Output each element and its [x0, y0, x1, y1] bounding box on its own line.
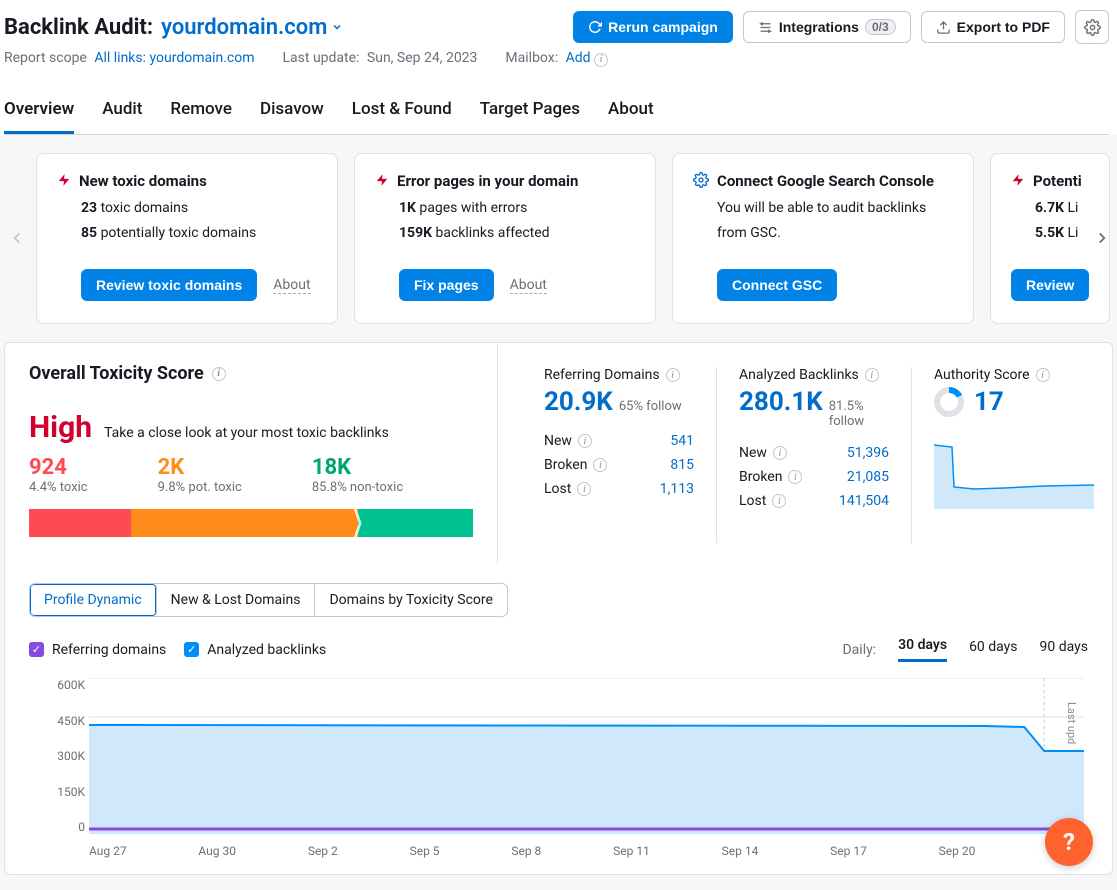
info-icon[interactable]: i: [772, 494, 786, 508]
tab-disavow[interactable]: Disavow: [260, 89, 324, 134]
review-button[interactable]: Review: [1011, 269, 1089, 301]
integrations-button[interactable]: Integrations 0/3: [743, 11, 911, 43]
authority-value: 17: [974, 387, 1004, 417]
integrations-icon: [758, 20, 773, 35]
mailbox-add-link[interactable]: Add: [566, 50, 591, 66]
carousel-next[interactable]: [1093, 229, 1111, 247]
info-icon[interactable]: i: [212, 367, 226, 381]
profile-dynamic-chart: 600K 450K 300K 150K 0: [29, 678, 1088, 858]
export-pdf-button[interactable]: Export to PDF: [921, 11, 1065, 43]
last-update: Last update: Sun, Sep 24, 2023: [283, 50, 478, 66]
info-icon[interactable]: i: [865, 368, 879, 382]
info-icon[interactable]: i: [788, 470, 802, 484]
authority-sparkline: [934, 439, 1094, 509]
export-icon: [936, 20, 951, 35]
info-icon[interactable]: i: [593, 458, 607, 472]
review-toxic-button[interactable]: Review toxic domains: [81, 269, 257, 301]
report-scope: Report scope All links: yourdomain.com: [4, 50, 255, 66]
refresh-icon: [588, 20, 602, 34]
tab-target-pages[interactable]: Target Pages: [480, 89, 580, 134]
bl-new-link[interactable]: 51,396: [847, 445, 889, 461]
card-gsc: Connect Google Search Console You will b…: [672, 153, 974, 325]
carousel-prev[interactable]: [8, 229, 26, 247]
ref-lost-link[interactable]: 1,113: [660, 481, 694, 497]
bl-broken-link[interactable]: 21,085: [847, 469, 889, 485]
tab-lost-found[interactable]: Lost & Found: [352, 89, 452, 134]
integrations-badge: 0/3: [865, 19, 896, 35]
help-button[interactable]: ?: [1045, 818, 1093, 866]
title-prefix: Backlink Audit:: [4, 15, 153, 40]
tab-about[interactable]: About: [608, 89, 654, 134]
toxicity-subtitle: Take a close look at your most toxic bac…: [104, 425, 389, 441]
ref-new-link[interactable]: 541: [670, 433, 694, 449]
range-90[interactable]: 90 days: [1040, 639, 1088, 661]
card-potential: Potenti 6.7K Li 5.5K Li Review: [990, 153, 1110, 325]
info-icon[interactable]: i: [1036, 368, 1050, 382]
toxicity-title: Overall Toxicity Score i: [29, 363, 473, 384]
tab-overview[interactable]: Overview: [4, 89, 74, 134]
info-icon[interactable]: i: [666, 368, 680, 382]
mailbox: Mailbox: Add i: [505, 50, 608, 67]
chart-tab-new-lost[interactable]: New & Lost Domains: [157, 584, 316, 616]
non-toxic-count: 18K85.8% non-toxic: [312, 455, 403, 495]
lightning-icon: [1011, 172, 1025, 188]
about-link[interactable]: About: [273, 277, 310, 294]
lightning-icon: [375, 172, 389, 188]
pot-toxic-count: 2K9.8% pot. toxic: [158, 455, 242, 495]
fix-pages-button[interactable]: Fix pages: [399, 269, 494, 301]
backlinks-block: Analyzed Backlinks i 280.1K81.5% follow …: [717, 367, 912, 543]
rerun-campaign-button[interactable]: Rerun campaign: [573, 11, 733, 43]
settings-button[interactable]: [1075, 10, 1109, 44]
gear-icon: [693, 172, 709, 188]
chart-tab-profile[interactable]: Profile Dynamic: [30, 584, 157, 616]
legend-referring-domains[interactable]: ✓Referring domains: [29, 642, 166, 658]
toxic-count: 9244.4% toxic: [29, 455, 88, 495]
toxicity-level: High: [29, 410, 92, 445]
chevron-left-icon: [8, 229, 26, 247]
info-icon[interactable]: i: [578, 434, 592, 448]
lightning-icon: [57, 172, 71, 188]
tab-audit[interactable]: Audit: [102, 89, 142, 134]
donut-icon: [934, 387, 964, 417]
main-tabs: Overview Audit Remove Disavow Lost & Fou…: [4, 89, 1109, 135]
info-icon[interactable]: i: [773, 446, 787, 460]
page-title: Backlink Audit: yourdomain.com: [4, 15, 343, 40]
chart-tabs: Profile Dynamic New & Lost Domains Domai…: [29, 583, 508, 617]
last-update-marker: Last upd: [1065, 702, 1078, 744]
connect-gsc-button[interactable]: Connect GSC: [717, 269, 837, 301]
authority-block: Authority Score i 17: [912, 367, 1094, 543]
info-icon[interactable]: i: [577, 482, 591, 496]
about-link[interactable]: About: [510, 277, 547, 294]
chevron-right-icon: [1093, 229, 1111, 247]
toxicity-bar: [29, 509, 473, 537]
chevron-down-icon: [331, 21, 343, 33]
bl-lost-link[interactable]: 141,504: [839, 493, 889, 509]
ref-broken-link[interactable]: 815: [670, 457, 694, 473]
range-60[interactable]: 60 days: [969, 639, 1017, 661]
card-error-pages: Error pages in your domain 1K pages with…: [354, 153, 656, 325]
report-scope-link[interactable]: All links: yourdomain.com: [94, 50, 254, 66]
domain-selector[interactable]: yourdomain.com: [161, 15, 343, 40]
range-30[interactable]: 30 days: [898, 637, 947, 662]
referring-domains-block: Referring Domains i 20.9K65% follow Newi…: [522, 367, 717, 543]
info-icon[interactable]: i: [594, 53, 608, 67]
chart-tab-toxicity[interactable]: Domains by Toxicity Score: [315, 584, 506, 616]
gear-icon: [1084, 19, 1101, 36]
card-toxic-domains: New toxic domains 23 toxic domains 85 po…: [36, 153, 338, 325]
tab-remove[interactable]: Remove: [170, 89, 232, 134]
legend-analyzed-backlinks[interactable]: ✓Analyzed backlinks: [184, 642, 326, 658]
